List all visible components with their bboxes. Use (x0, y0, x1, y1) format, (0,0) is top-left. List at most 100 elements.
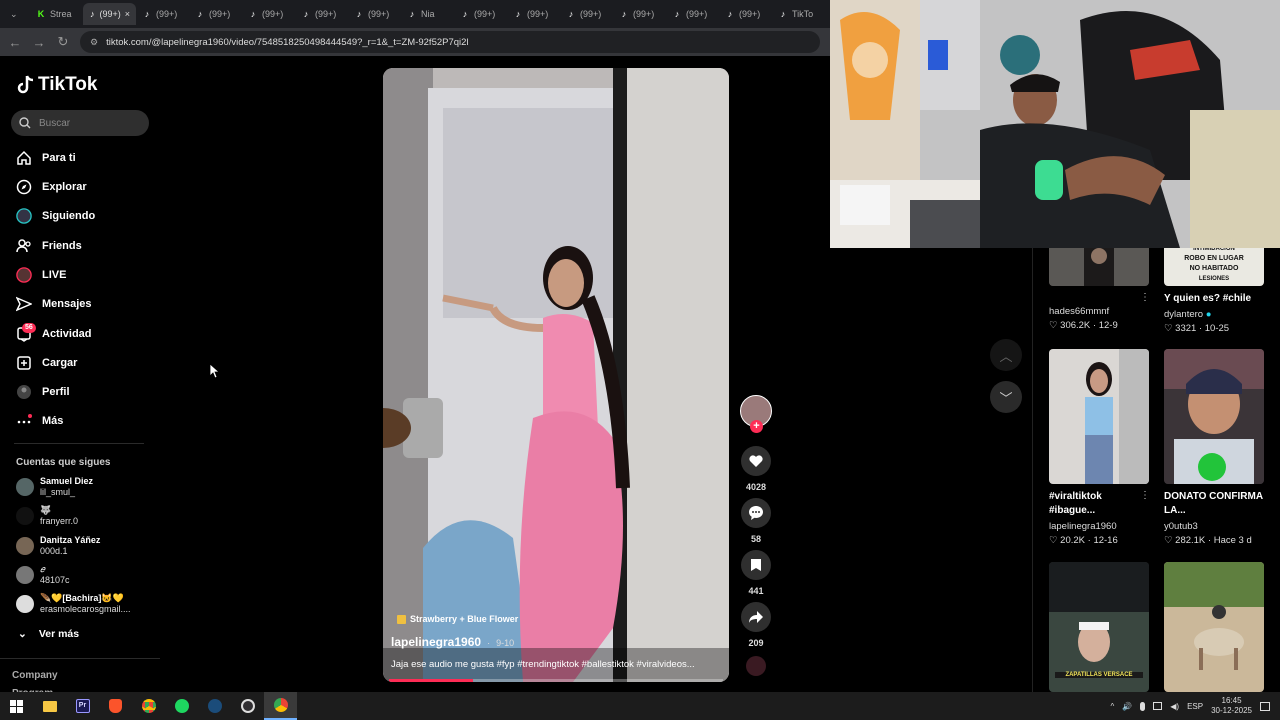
footer-company-link[interactable]: Company (12, 670, 58, 681)
file-explorer-icon[interactable] (33, 692, 66, 720)
music-title: Strawberry + Blue Flower (410, 614, 519, 624)
following-account[interactable]: Danitza Yáñez 000d.1 (16, 535, 100, 557)
video-title: Y quien es? #chile (1164, 293, 1252, 304)
following-account[interactable]: 🐺 franyerr.0 (16, 505, 78, 527)
more-options-icon[interactable]: ⋮ (1140, 292, 1150, 303)
tab-title: (99+) (99, 9, 121, 19)
back-icon[interactable]: ← (8, 35, 22, 50)
chrome-icon[interactable] (132, 692, 165, 720)
share-arrow-icon[interactable] (741, 602, 771, 632)
microphone-icon[interactable] (1140, 701, 1146, 711)
obs-icon[interactable] (231, 692, 264, 720)
follow-plus-button[interactable]: + (750, 420, 763, 433)
nav-item-mas[interactable]: Más (16, 413, 63, 429)
chevron-up-icon: ︿ (999, 348, 1013, 364)
clock[interactable]: 16:45 30-12-2025 (1211, 696, 1252, 716)
nav-item-explorar[interactable]: Explorar (16, 179, 87, 195)
following-account[interactable]: 𝑒 48107c (16, 564, 70, 586)
related-video-card[interactable]: hades66mmnf ♡ 306.2K · 12-9 (1049, 248, 1149, 331)
video-meta: ♡ 20.2K · 12-16 (1049, 535, 1118, 546)
chevron-up-icon[interactable]: ^ (1111, 702, 1115, 711)
chrome-active-icon[interactable] (264, 692, 297, 720)
account-name: 𝑒 (40, 564, 45, 574)
steam-icon[interactable] (198, 692, 231, 720)
nav-item-perfil[interactable]: Perfil (16, 384, 70, 400)
url-text: tiktok.com/@lapelinegra1960/video/754851… (106, 36, 469, 48)
browser-tab[interactable]: ♪ (99+) (136, 3, 189, 25)
close-icon[interactable]: × (125, 9, 130, 19)
browser-tab[interactable]: ♪ Nia (401, 3, 454, 25)
brave-icon[interactable] (99, 692, 132, 720)
nav-item-cargar[interactable]: Cargar (16, 355, 77, 371)
language-indicator[interactable]: ESP (1187, 702, 1203, 711)
video-progress-bar[interactable] (389, 679, 723, 682)
nav-item-friends[interactable]: Friends (16, 238, 82, 254)
video-meta: ♡ 3321 · 10-25 (1164, 323, 1230, 334)
following-section-title: Cuentas que sigues (16, 457, 111, 468)
volume-icon[interactable]: ◀) (1170, 702, 1179, 711)
heart-icon[interactable] (741, 446, 771, 476)
nav-item-mensajes[interactable]: Mensajes (16, 296, 92, 312)
comment-action: 58 (738, 498, 774, 544)
network-icon[interactable] (1153, 702, 1163, 710)
nav-item-para-ti[interactable]: Para ti (16, 150, 76, 166)
browser-tab[interactable]: ♪ (99+) (560, 3, 613, 25)
video-thumbnail (1164, 562, 1264, 692)
reload-icon[interactable]: ↻ (56, 34, 70, 50)
address-bar-row: ← → ↻ ⚙ tiktok.com/@lapelinegra1960/vide… (0, 28, 830, 56)
related-video-card[interactable]: ZAPATILLAS VERSACE (1049, 562, 1149, 692)
browser-tab[interactable]: ♪ (99+) (613, 3, 666, 25)
browser-tab[interactable]: K Strea (30, 3, 83, 25)
browser-tab[interactable]: ♪ (99+) (454, 3, 507, 25)
browser-tab[interactable]: ♪ (99+) × (83, 3, 136, 25)
tiktok-icon: ♪ (144, 9, 150, 19)
video-player[interactable]: Strawberry + Blue Flower lapelinegra1960… (383, 68, 729, 682)
tiktok-logo[interactable]: TikTok (16, 74, 97, 96)
browser-tab[interactable]: ♪ (99+) (507, 3, 560, 25)
browser-tab[interactable]: ♪ (99+) (666, 3, 719, 25)
browser-tab[interactable]: ♪ (99+) (719, 3, 772, 25)
spotify-icon[interactable] (165, 692, 198, 720)
see-more-label: Ver más (38, 628, 80, 640)
browser-tab[interactable]: ♪ (99+) (348, 3, 401, 25)
video-date: 9-10 (496, 638, 515, 648)
next-video-button[interactable]: ﹀ (990, 381, 1022, 413)
related-video-card[interactable]: #viraltiktok #ibague... lapelinegra1960 … (1049, 349, 1149, 546)
related-video-card[interactable]: DONATO CONFIRMA LA... y0utub3 ♡ 282.1K ·… (1164, 349, 1264, 546)
account-name: Samuel Diez (40, 476, 94, 486)
site-info-icon[interactable]: ⚙ (90, 37, 98, 48)
account-handle: erasmolecarosgmail.... (40, 604, 131, 614)
forward-icon[interactable]: → (32, 35, 46, 50)
see-more-button[interactable]: ⌄ Ver más (18, 628, 79, 640)
previous-video-button[interactable]: ︿ (990, 339, 1022, 371)
video-author-row: dylantero ● (1164, 309, 1264, 320)
search-input[interactable]: Buscar (11, 110, 149, 136)
video-author[interactable]: lapelinegra1960 (391, 635, 481, 649)
tiktok-icon: ♪ (250, 9, 256, 19)
related-video-card[interactable] (1164, 562, 1264, 692)
bookmark-icon[interactable] (741, 550, 771, 580)
comment-icon[interactable] (741, 498, 771, 528)
speaker-icon[interactable]: 🔊 (1122, 702, 1132, 711)
browser-tab[interactable]: ♪ TikTo (772, 3, 825, 25)
nav-item-live[interactable]: LIVE (16, 267, 66, 283)
following-account[interactable]: 🪶💛[Bachira]😺💛 erasmolecarosgmail.... (16, 593, 131, 615)
notification-icon[interactable] (1260, 701, 1270, 711)
tab-list-button[interactable]: ⌄ (4, 3, 30, 25)
related-video-card[interactable]: INTIMIDACION ROBO EN LUGAR NO HABITADO L… (1164, 248, 1264, 334)
thumb-text: NO HABITADO (1189, 265, 1239, 272)
browser-tab[interactable]: ♪ (99+) (189, 3, 242, 25)
thumb-text: LESIONES (1198, 276, 1230, 282)
more-options-icon[interactable]: ⋮ (1140, 490, 1150, 501)
video-thumbnail: ZAPATILLAS VERSACE (1049, 562, 1149, 692)
following-account[interactable]: Samuel Diez lil_smul_ (16, 476, 93, 498)
windows-start-icon[interactable] (0, 692, 33, 720)
nav-item-siguiendo[interactable]: Siguiendo (16, 208, 95, 224)
premiere-icon[interactable]: Pr (66, 692, 99, 720)
browser-tab[interactable]: ♪ (99+) (295, 3, 348, 25)
music-disc-icon[interactable] (746, 656, 766, 676)
url-field[interactable]: ⚙ tiktok.com/@lapelinegra1960/video/7548… (80, 31, 820, 53)
music-tag[interactable]: Strawberry + Blue Flower (397, 614, 518, 624)
browser-tab[interactable]: ♪ (99+) (242, 3, 295, 25)
tiktok-icon: ♪ (621, 9, 627, 19)
